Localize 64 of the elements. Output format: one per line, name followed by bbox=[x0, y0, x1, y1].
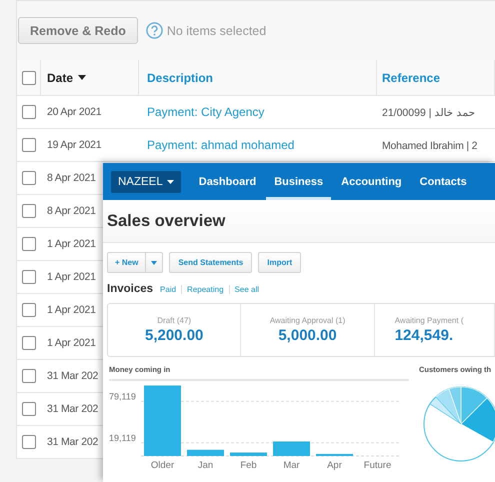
send-statements-button[interactable]: Send Statements bbox=[169, 252, 252, 273]
date-cell: 31 Mar 202 bbox=[47, 403, 98, 415]
y-tick-label: 79,119 bbox=[109, 391, 136, 402]
invoices-link[interactable]: Repeating bbox=[187, 284, 224, 294]
date-cell: 19 Apr 2021 bbox=[47, 139, 102, 151]
invoices-heading: Invoices bbox=[107, 283, 154, 295]
date-cell: 20 Apr 2021 bbox=[47, 106, 102, 118]
remove-redo-button[interactable]: Remove & Redo bbox=[18, 17, 138, 44]
description-column-header[interactable]: Description bbox=[147, 70, 214, 84]
row-checkbox[interactable] bbox=[22, 336, 36, 350]
row-checkbox[interactable] bbox=[22, 171, 36, 185]
invoices-link[interactable]: Paid bbox=[160, 284, 176, 294]
selection-status: No items selected bbox=[166, 24, 266, 38]
x-axis-label: Older bbox=[150, 460, 174, 471]
reference-cell: 21/00099 | حمد خالد bbox=[382, 107, 476, 119]
date-cell: 1 Apr 2021 bbox=[47, 337, 96, 349]
select-all-checkbox[interactable] bbox=[22, 70, 36, 84]
row-checkbox[interactable] bbox=[22, 270, 36, 284]
page-title: Sales overview bbox=[107, 212, 226, 230]
summary-label: Awaiting Payment ( bbox=[394, 316, 464, 325]
summary-label: Awaiting Approval (1) bbox=[270, 316, 346, 325]
description-link[interactable]: Payment: ahmad mohamed bbox=[147, 138, 294, 152]
help-icon[interactable] bbox=[146, 22, 163, 39]
x-axis-label: Jan bbox=[198, 460, 214, 471]
organisation-menu[interactable]: NAZEEL bbox=[111, 170, 181, 192]
description-link[interactable]: Payment: City Agency bbox=[147, 105, 264, 119]
date-cell: 31 Mar 202 bbox=[47, 370, 98, 382]
new-split-button[interactable]: + New bbox=[107, 252, 164, 273]
nav-tab[interactable]: Dashboard bbox=[190, 163, 264, 200]
summary-amount[interactable]: 5,000.00 bbox=[278, 327, 337, 344]
summary-amount[interactable]: 124,549. bbox=[394, 327, 454, 344]
row-checkbox[interactable] bbox=[22, 402, 36, 416]
date-column-header[interactable]: Date bbox=[47, 70, 74, 84]
import-button[interactable]: Import bbox=[258, 252, 302, 273]
nav-tab[interactable]: Accounting bbox=[333, 163, 410, 200]
reference-cell: Mohamed Ibrahim | 2 bbox=[382, 140, 478, 152]
row-checkbox[interactable] bbox=[22, 105, 36, 119]
row-checkbox[interactable] bbox=[22, 303, 36, 317]
row-checkbox[interactable] bbox=[22, 435, 36, 449]
date-cell: 8 Apr 2021 bbox=[47, 205, 96, 217]
date-cell: 1 Apr 2021 bbox=[47, 304, 96, 316]
x-axis-label: Future bbox=[364, 460, 392, 471]
date-cell: 31 Mar 202 bbox=[47, 436, 98, 448]
date-cell: 1 Apr 2021 bbox=[47, 238, 96, 250]
row-checkbox[interactable] bbox=[22, 369, 36, 383]
new-button[interactable]: + New bbox=[108, 253, 146, 272]
date-cell: 1 Apr 2021 bbox=[47, 271, 96, 283]
dropdown-caret-icon[interactable] bbox=[151, 260, 158, 264]
sort-caret-icon bbox=[78, 75, 86, 80]
nav-tab[interactable]: Contacts bbox=[412, 163, 475, 200]
dropdown-caret-icon bbox=[166, 180, 174, 184]
bar[interactable] bbox=[316, 454, 353, 456]
row-checkbox[interactable] bbox=[22, 138, 36, 152]
y-tick-label: 19,119 bbox=[109, 432, 136, 443]
date-cell: 8 Apr 2021 bbox=[47, 172, 96, 184]
summary-amount[interactable]: 5,200.00 bbox=[144, 327, 204, 344]
x-axis-label: Apr bbox=[327, 460, 342, 471]
invoices-link[interactable]: See all bbox=[234, 284, 259, 294]
summary-label: Draft (47) bbox=[157, 316, 192, 325]
row-checkbox[interactable] bbox=[22, 204, 36, 218]
row-checkbox[interactable] bbox=[22, 237, 36, 251]
x-axis-label: Mar bbox=[283, 460, 300, 471]
x-axis-label: Feb bbox=[240, 460, 257, 471]
reference-column-header[interactable]: Reference bbox=[382, 70, 440, 84]
